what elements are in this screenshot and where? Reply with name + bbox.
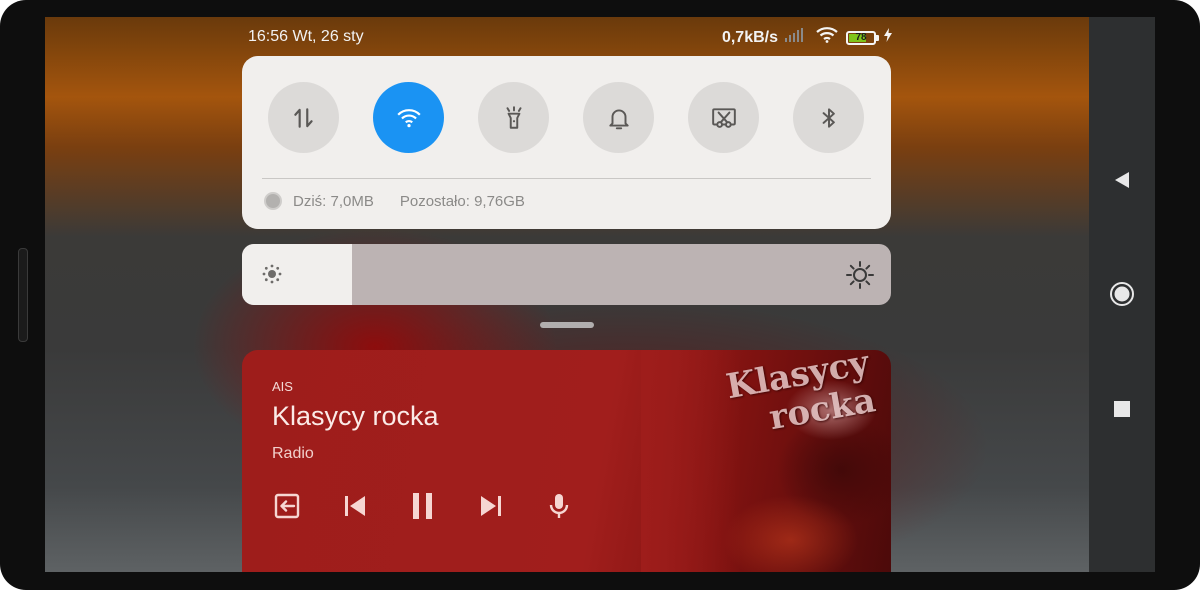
artwork-logo-text: Klasycy rocka: [723, 350, 879, 439]
panel-divider: [262, 178, 871, 179]
quick-settings-tiles: [268, 82, 864, 153]
pause-icon: [413, 493, 432, 519]
battery-icon: 78: [846, 30, 876, 45]
battery-level: 78: [855, 31, 867, 43]
tile-wifi[interactable]: [373, 82, 444, 153]
tile-mobile-data[interactable]: [268, 82, 339, 153]
brightness-low-icon: [262, 264, 282, 284]
brightness-high-icon: [846, 261, 874, 289]
tile-flashlight[interactable]: [478, 82, 549, 153]
previous-icon: [345, 496, 365, 516]
brightness-level-fill: [242, 244, 353, 305]
data-used-today: Dziś: 7,0MB: [293, 192, 374, 210]
data-remaining: Pozostało: 9,76GB: [399, 192, 525, 210]
tile-sound[interactable]: [583, 82, 654, 153]
bell-icon: [608, 108, 629, 129]
status-icons: 0,7kB/s 78: [722, 27, 893, 48]
microphone-button[interactable]: [542, 489, 576, 523]
media-app-name: AIS: [272, 379, 293, 394]
phone-frame: 16:56 Wt, 26 sty 0,7kB/s 78 Dziś: 7,0MB …: [0, 0, 1200, 590]
tile-bluetooth[interactable]: [793, 82, 864, 153]
quick-settings-panel: Dziś: 7,0MB Pozostało: 9,76GB: [242, 56, 891, 229]
media-title: Klasycy rocka: [272, 401, 439, 431]
wifi-icon: [816, 27, 838, 48]
media-player-card[interactable]: Klasycy rocka AIS Klasycy rocka Radio: [242, 350, 891, 572]
panel-drag-handle[interactable]: [540, 322, 594, 328]
home-button[interactable]: [1089, 274, 1155, 314]
pause-button[interactable]: [406, 489, 440, 523]
network-speed: 0,7kB/s: [721, 28, 778, 46]
data-usage-row[interactable]: Dziś: 7,0MB Pozostało: 9,76GB: [264, 192, 525, 210]
side-button: [18, 248, 28, 342]
wifi-icon: [396, 108, 421, 127]
brightness-slider[interactable]: [242, 244, 891, 305]
navigation-bar: [1089, 17, 1155, 572]
screen: 16:56 Wt, 26 sty 0,7kB/s 78 Dziś: 7,0MB …: [45, 17, 1155, 572]
tile-screenshot[interactable]: [688, 82, 759, 153]
clock-date: 16:56 Wt, 26 sty: [248, 28, 364, 45]
recents-button[interactable]: [1089, 389, 1155, 429]
microphone-icon: [549, 494, 569, 518]
back-button[interactable]: [1089, 160, 1155, 200]
data-transfer-icon: [293, 107, 313, 128]
media-controls: [270, 489, 576, 523]
output-switch-button[interactable]: [270, 489, 304, 523]
battery-cap: [876, 34, 879, 41]
output-switch-icon: [274, 493, 300, 519]
data-usage-icon: [264, 192, 282, 210]
charging-icon: [883, 28, 893, 47]
status-bar: 16:56 Wt, 26 sty 0,7kB/s 78: [248, 27, 893, 49]
home-icon: [1110, 282, 1134, 306]
album-artwork: Klasycy rocka: [641, 350, 891, 572]
media-subtitle: Radio: [272, 445, 314, 462]
signal-icon: [784, 28, 804, 47]
recents-icon: [1114, 401, 1130, 417]
bluetooth-icon: [822, 107, 835, 128]
next-icon: [481, 496, 501, 516]
flashlight-icon: [506, 105, 521, 129]
scissors-screenshot-icon: [711, 107, 736, 128]
back-icon: [1115, 172, 1129, 188]
previous-button[interactable]: [338, 489, 372, 523]
next-button[interactable]: [474, 489, 508, 523]
